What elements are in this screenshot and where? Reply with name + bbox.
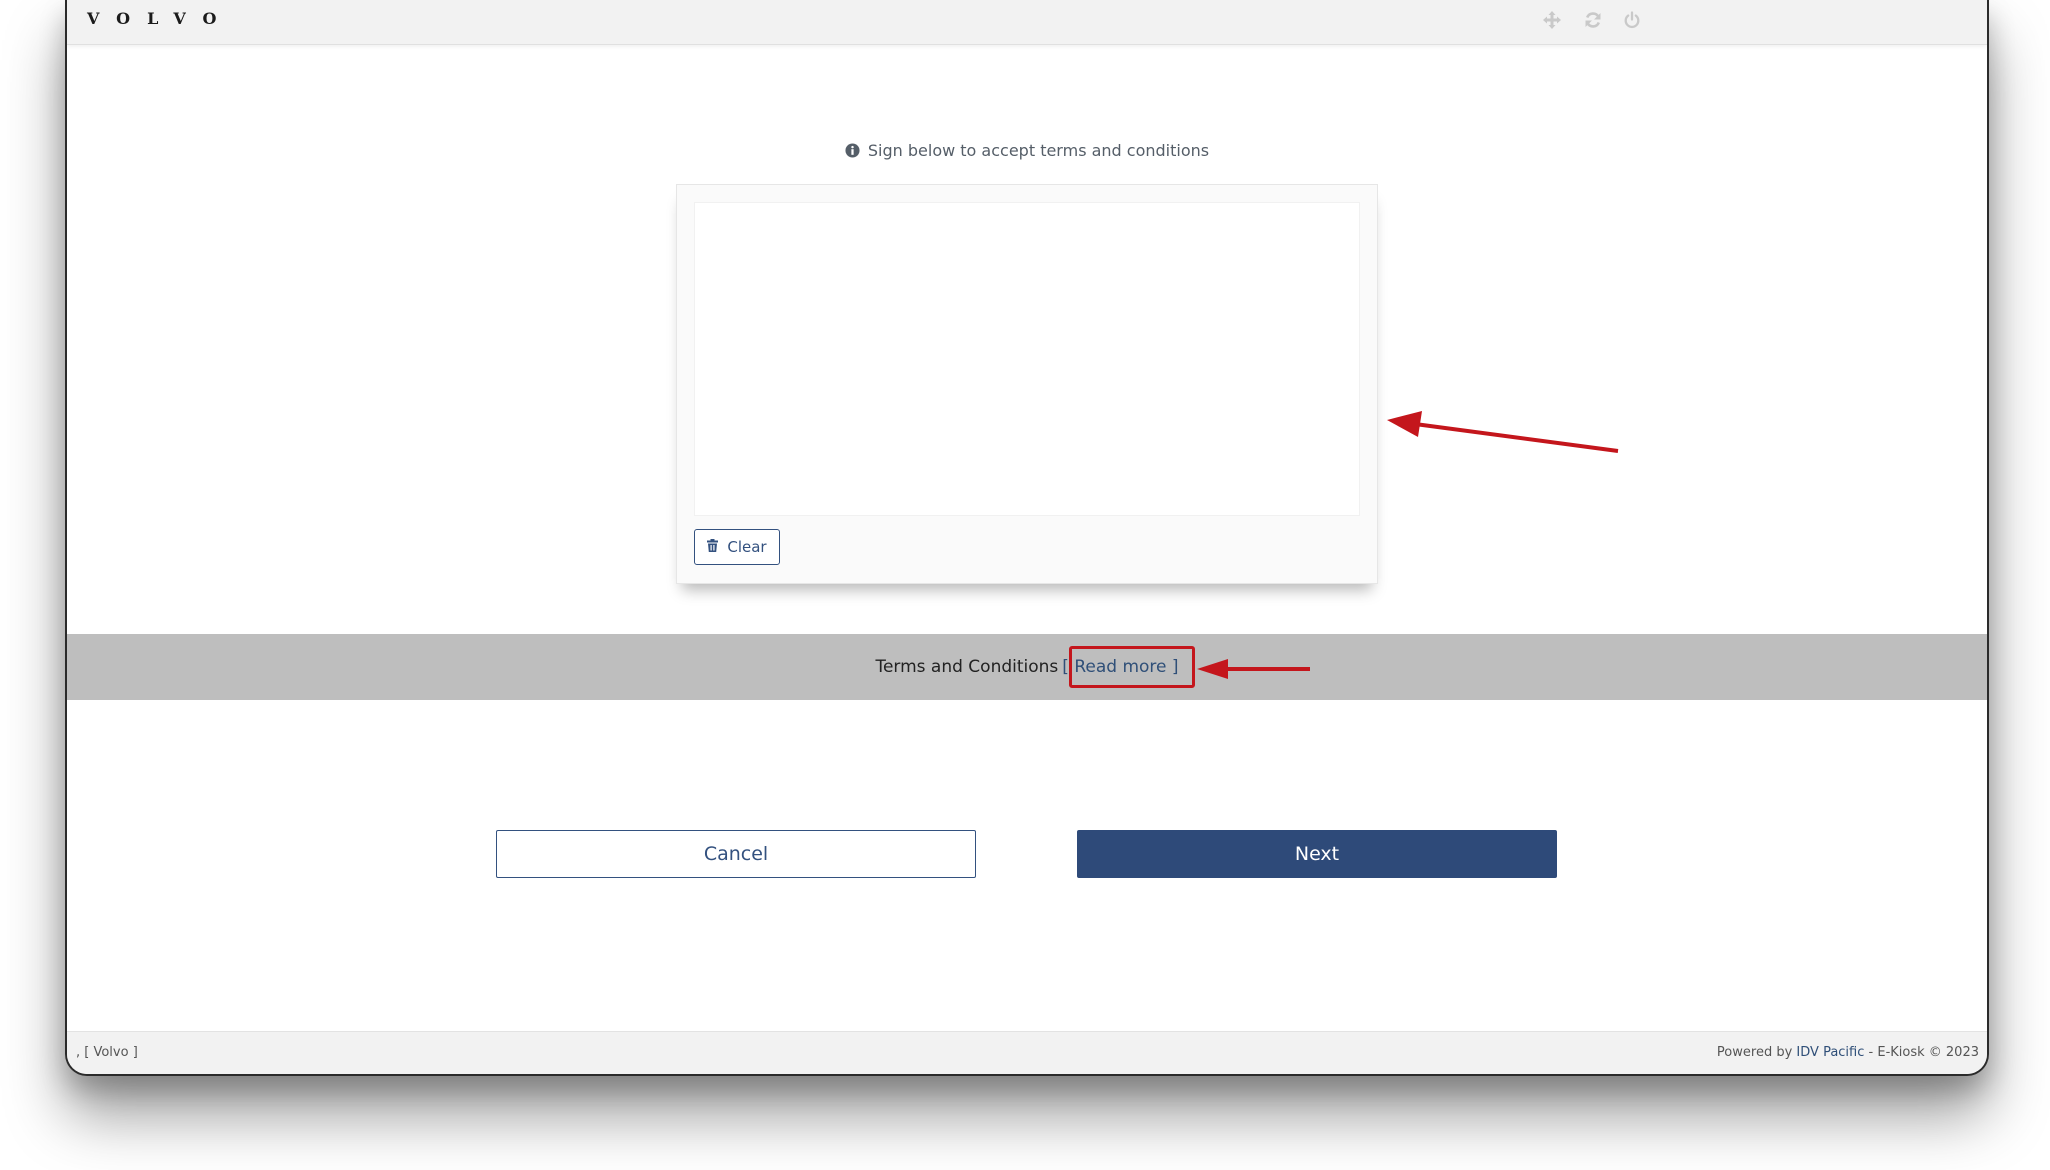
next-button-label: Next	[1294, 843, 1340, 865]
signature-card: Clear	[676, 184, 1378, 584]
refresh-icon[interactable]	[1581, 8, 1605, 32]
terms-bar: Terms and Conditions [ Read more ]	[67, 634, 1987, 700]
next-button[interactable]: Next	[1077, 830, 1557, 878]
cancel-button[interactable]: Cancel	[496, 830, 976, 878]
power-icon[interactable]	[1620, 8, 1644, 32]
terms-label: Terms and Conditions	[875, 657, 1059, 677]
signature-pad[interactable]	[694, 202, 1360, 516]
cancel-button-label: Cancel	[703, 843, 769, 865]
copyright-text: - E-Kiosk © 2023	[1868, 1045, 1979, 1060]
idv-pacific-link[interactable]: IDV Pacific	[1796, 1045, 1864, 1060]
signature-prompt-text: Sign below to accept terms and condition…	[867, 141, 1210, 160]
footer-brand: , [ Volvo ]	[76, 1045, 138, 1060]
signature-prompt: Sign below to accept terms and condition…	[67, 141, 1987, 162]
footer-credits: Powered by IDV Pacific - E-Kiosk © 2023	[1717, 1045, 1979, 1060]
read-more-highlight	[1069, 646, 1195, 688]
top-bar: VOLVO	[67, 0, 1987, 45]
move-icon[interactable]	[1540, 8, 1564, 32]
volvo-logo: VOLVO	[87, 9, 234, 28]
trash-icon	[707, 538, 719, 556]
info-icon	[845, 143, 860, 162]
clear-button-label: Clear	[727, 538, 767, 556]
powered-by-text: Powered by	[1716, 1045, 1793, 1060]
footer: , [ Volvo ] Powered by IDV Pacific - E-K…	[67, 1031, 1987, 1074]
clear-button[interactable]: Clear	[694, 529, 780, 565]
kiosk-window: VOLVO Sign below to accept terms and con…	[65, 0, 1989, 1076]
